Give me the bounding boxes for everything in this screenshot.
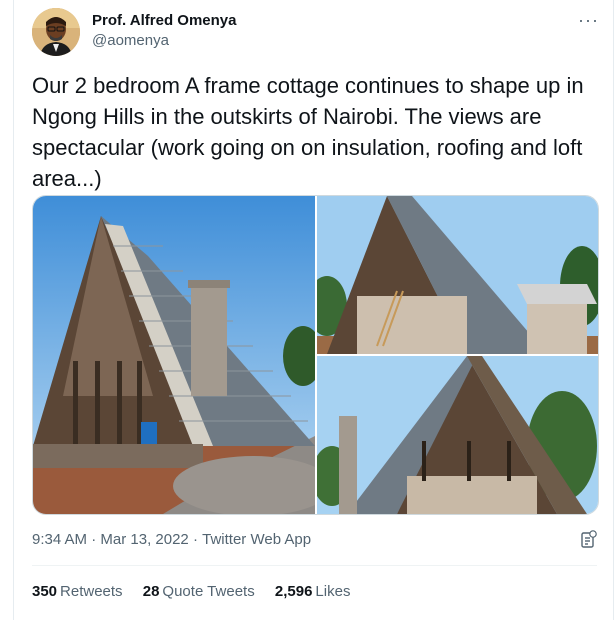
author-handle[interactable]: @aomenya <box>92 32 169 49</box>
tweet-date[interactable]: Mar 13, 2022 <box>100 531 188 548</box>
more-icon[interactable]: ··· <box>578 10 599 31</box>
photo-aframe-loft[interactable] <box>317 356 598 514</box>
likes-stat[interactable]: 2,596 Likes <box>275 583 351 600</box>
photo-aframe-front[interactable] <box>33 196 315 514</box>
media-grid <box>32 195 599 515</box>
tweet-card: Prof. Alfred Omenya @aomenya ··· Our 2 b… <box>13 0 614 620</box>
meta-separator: · <box>87 531 101 548</box>
divider <box>32 565 597 566</box>
tweet-time[interactable]: 9:34 AM <box>32 531 87 548</box>
quote-tweets-count: 28 <box>142 583 160 600</box>
retweets-count: 350 <box>32 583 58 600</box>
author-name[interactable]: Prof. Alfred Omenya <box>92 12 236 29</box>
likes-label: Likes <box>315 583 351 600</box>
avatar[interactable] <box>32 8 80 56</box>
quote-tweets-stat[interactable]: 28 Quote Tweets <box>143 583 255 600</box>
analytics-icon[interactable] <box>581 530 597 548</box>
engagement-stats: 350 Retweets 28 Quote Tweets 2,596 Likes <box>32 583 366 600</box>
tweet-meta: 9:34 AM · Mar 13, 2022 · Twitter Web App <box>32 531 311 548</box>
likes-count: 2,596 <box>274 583 313 600</box>
tweet-text: Our 2 bedroom A frame cottage continues … <box>32 73 584 191</box>
quote-tweets-label: Quote Tweets <box>162 583 255 600</box>
retweets-label: Retweets <box>60 583 123 600</box>
meta-separator: · <box>188 531 203 548</box>
tweet-source[interactable]: Twitter Web App <box>202 531 311 548</box>
photo-aframe-side[interactable] <box>317 196 598 354</box>
retweets-stat[interactable]: 350 Retweets <box>32 583 123 600</box>
